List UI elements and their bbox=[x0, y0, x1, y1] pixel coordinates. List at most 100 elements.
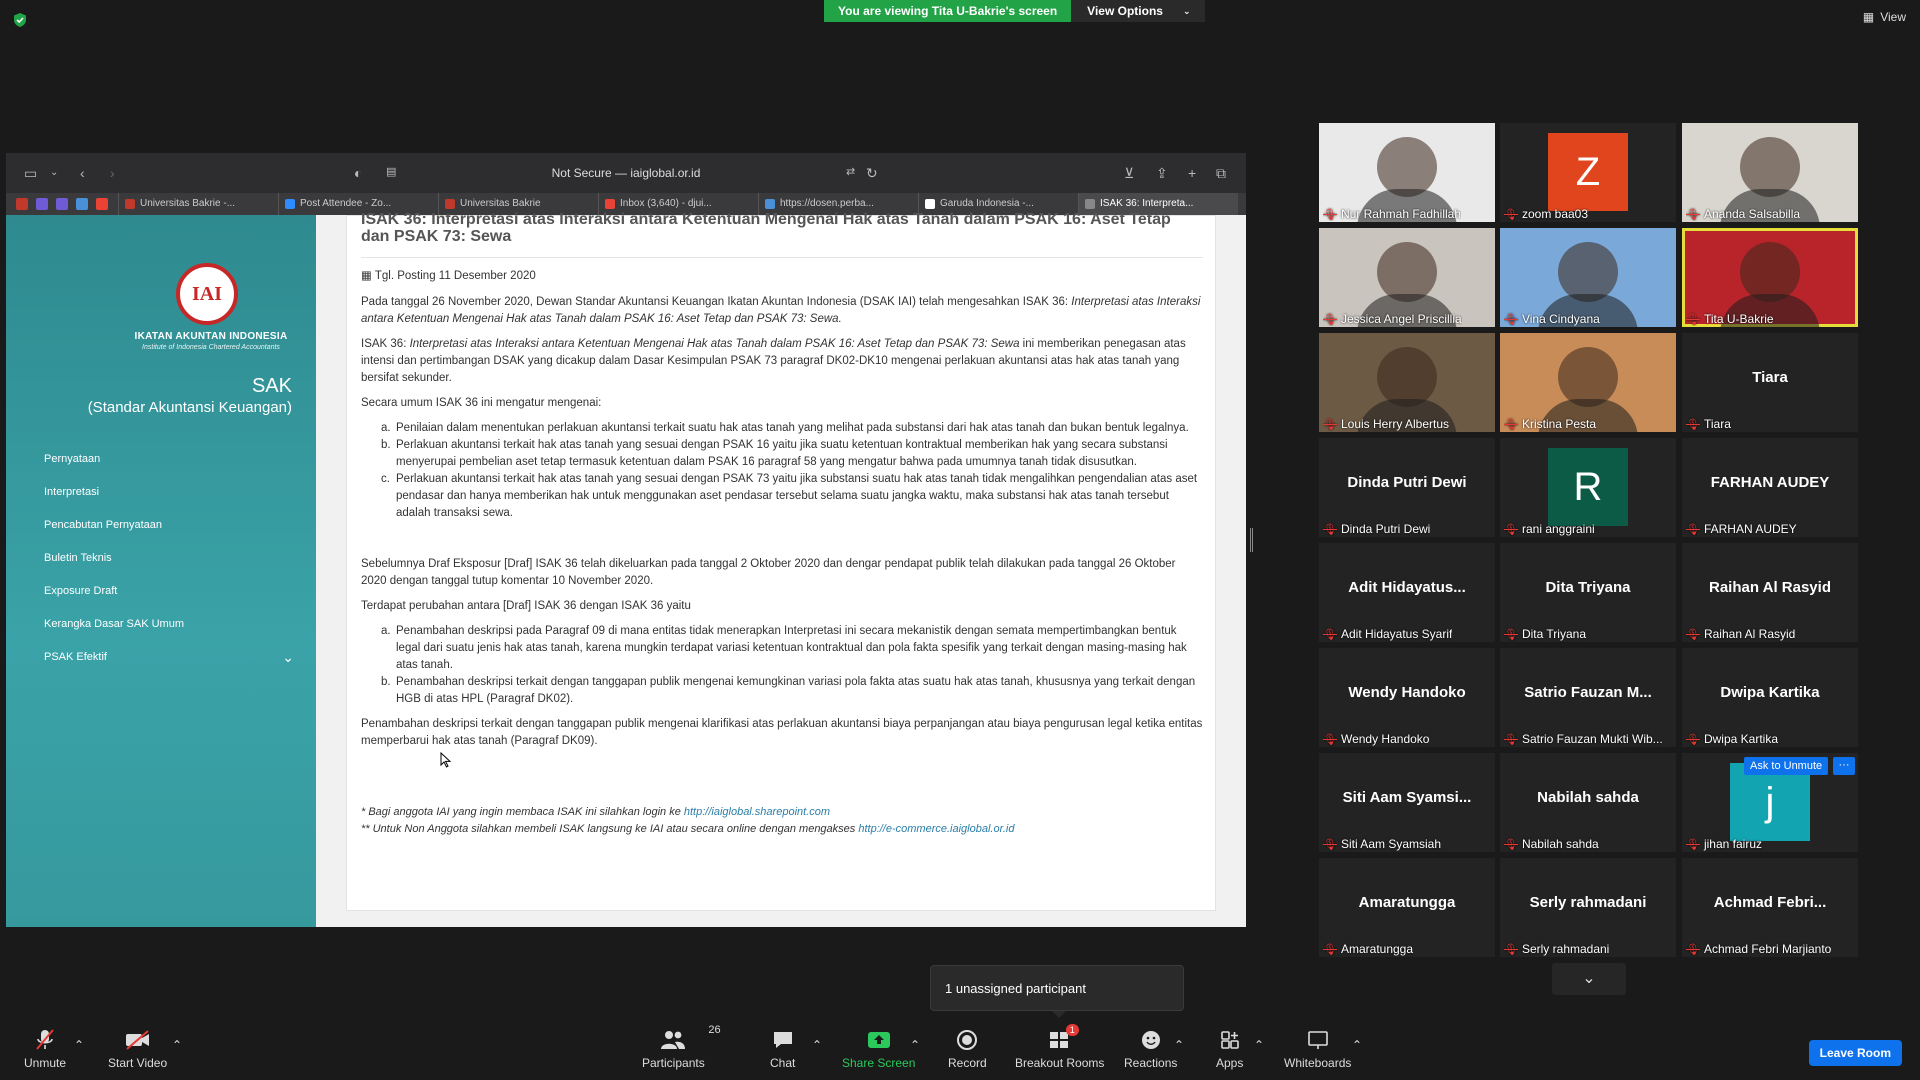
participant-tile[interactable]: Dita Triyana 🎙︎ Dita Triyana bbox=[1500, 543, 1676, 642]
view-options-button[interactable]: View Options ⌄ bbox=[1071, 0, 1205, 22]
bookmark-icon[interactable] bbox=[16, 198, 28, 210]
participant-tile[interactable]: Dinda Putri Dewi 🎙︎ Dinda Putri Dewi bbox=[1319, 438, 1495, 537]
ask-to-unmute-button[interactable]: Ask to Unmute bbox=[1744, 757, 1829, 775]
muted-mic-icon: 🎙︎ bbox=[1504, 418, 1518, 431]
participant-tile[interactable]: 🎙︎ Kristina Pesta bbox=[1500, 333, 1676, 432]
participant-tile[interactable]: Serly rahmadani 🎙︎ Serly rahmadani bbox=[1500, 858, 1676, 957]
apps-button[interactable]: Apps bbox=[1216, 1028, 1243, 1070]
chat-button[interactable]: Chat bbox=[770, 1028, 795, 1070]
record-button[interactable]: Record bbox=[948, 1028, 987, 1070]
site-menu-item[interactable]: PSAK Efektif ⌄ bbox=[44, 649, 294, 682]
translate-icon[interactable]: ⇄ bbox=[846, 165, 855, 178]
participant-tile[interactable]: FARHAN AUDEY 🎙︎ FARHAN AUDEY bbox=[1682, 438, 1858, 537]
tab-favicon-icon bbox=[125, 199, 135, 209]
bookmark-icon[interactable] bbox=[56, 198, 68, 210]
participant-tile[interactable]: 🎙︎ Vina Cindyana bbox=[1500, 228, 1676, 327]
reactions-button[interactable]: Reactions bbox=[1124, 1028, 1177, 1070]
list-letter: a. bbox=[381, 422, 391, 434]
participant-tile[interactable]: 🎙︎ Tita U-Bakrie bbox=[1682, 228, 1858, 327]
participant-tile[interactable]: Wendy Handoko 🎙︎ Wendy Handoko bbox=[1319, 648, 1495, 747]
breakout-rooms-button[interactable]: 1 Breakout Rooms bbox=[1015, 1024, 1105, 1070]
privacy-shield-icon[interactable]: ◐ bbox=[354, 165, 362, 181]
bookmark-icon[interactable] bbox=[76, 198, 88, 210]
tab-favicon-icon bbox=[285, 199, 295, 209]
muted-mic-icon: 🎙︎ bbox=[1323, 208, 1337, 221]
site-menu-item[interactable]: Buletin Teknis bbox=[44, 550, 294, 583]
site-menu-item[interactable]: Exposure Draft bbox=[44, 583, 294, 616]
participant-tile[interactable]: 🎙︎ Jessica Angel Priscillia bbox=[1319, 228, 1495, 327]
gallery-next-page-button[interactable]: ⌄ bbox=[1552, 963, 1626, 995]
participant-tile[interactable]: Dwipa Kartika 🎙︎ Dwipa Kartika bbox=[1682, 648, 1858, 747]
participant-video bbox=[1740, 137, 1800, 197]
sharepoint-link[interactable]: http://iaiglobal.sharepoint.com bbox=[684, 806, 830, 818]
participant-tile[interactable]: Satrio Fauzan M... 🎙︎ Satrio Fauzan Mukti … bbox=[1500, 648, 1676, 747]
reload-icon[interactable]: ↻ bbox=[866, 165, 878, 182]
tab-overview-icon[interactable]: ⧉ bbox=[1216, 165, 1226, 182]
participant-display-name: Achmad Febri... bbox=[1713, 894, 1827, 911]
record-icon bbox=[956, 1028, 978, 1052]
participants-button[interactable]: 26 Participants bbox=[642, 1024, 721, 1070]
chevron-down-icon[interactable]: ⌄ bbox=[50, 167, 58, 178]
share-screen-button[interactable]: Share Screen bbox=[842, 1028, 915, 1070]
chevron-down-icon[interactable]: ⌄ bbox=[282, 649, 294, 682]
participant-tile[interactable]: Nabilah sahda 🎙︎ Nabilah sahda bbox=[1500, 753, 1676, 852]
participant-name: Tiara bbox=[1703, 417, 1731, 431]
share-options-caret[interactable]: ⌃ bbox=[910, 1038, 920, 1052]
forward-icon[interactable]: › bbox=[110, 165, 115, 181]
audio-options-caret[interactable]: ⌃ bbox=[74, 1038, 84, 1052]
site-menu-item[interactable]: Pernyataan bbox=[44, 451, 294, 484]
text: ** Untuk Non Anggota silahkan membeli IS… bbox=[361, 823, 859, 835]
breakout-rooms-label: Breakout Rooms bbox=[1015, 1056, 1105, 1070]
security-shield-icon[interactable] bbox=[12, 12, 28, 28]
address-bar[interactable]: Not Secure — iaiglobal.or.id bbox=[386, 162, 866, 184]
panel-resize-handle[interactable] bbox=[1250, 528, 1253, 552]
participant-tile[interactable]: 🎙︎ Ananda Salsabilla bbox=[1682, 123, 1858, 222]
unassigned-participant-notice[interactable]: 1 unassigned participant bbox=[930, 965, 1184, 1011]
site-menu-item[interactable]: Interpretasi bbox=[44, 484, 294, 517]
unmute-label: Unmute bbox=[24, 1056, 67, 1070]
participant-tile[interactable]: Amaratungga 🎙︎ Amaratungga bbox=[1319, 858, 1495, 957]
bookmark-icon[interactable] bbox=[36, 198, 48, 210]
site-menu-item[interactable]: Pencabutan Pernyataan bbox=[44, 517, 294, 550]
participant-tile[interactable]: 🎙︎ Nur Rahmah Fadhillah bbox=[1319, 123, 1495, 222]
participant-tile[interactable]: Raihan Al Rasyid 🎙︎ Raihan Al Rasyid bbox=[1682, 543, 1858, 642]
view-button[interactable]: ▦ View bbox=[1863, 10, 1906, 24]
video-options-caret[interactable]: ⌃ bbox=[172, 1038, 182, 1052]
tab-favicon-icon bbox=[925, 199, 935, 209]
tab-label: Universitas Bakrie -... bbox=[140, 198, 236, 209]
download-icon[interactable]: ⊻ bbox=[1124, 165, 1134, 182]
article-card: ISAK 36: Interpretasi atas Interaksi ant… bbox=[346, 211, 1216, 911]
unmute-button[interactable]: Unmute bbox=[24, 1028, 66, 1070]
apps-options-caret[interactable]: ⌃ bbox=[1254, 1038, 1264, 1052]
list-item: b. Penambahan deskripsi terkait dengan ta… bbox=[381, 674, 1203, 708]
leave-room-button[interactable]: Leave Room bbox=[1808, 1040, 1902, 1066]
ecommerce-link[interactable]: http://e-commerce.iaiglobal.or.id bbox=[858, 823, 1014, 835]
share-icon[interactable]: ⇪ bbox=[1156, 165, 1168, 182]
participant-tile[interactable]: Tiara 🎙︎ Tiara bbox=[1682, 333, 1858, 432]
participant-tile[interactable]: 🎙︎ Louis Herry Albertus bbox=[1319, 333, 1495, 432]
chat-options-caret[interactable]: ⌃ bbox=[812, 1038, 822, 1052]
participant-name: FARHAN AUDEY bbox=[1703, 522, 1797, 536]
participant-tile[interactable]: Z 🎙︎ zoom baa03 bbox=[1500, 123, 1676, 222]
back-icon[interactable]: ‹ bbox=[80, 165, 85, 181]
browser-tab[interactable]: Universitas Bakrie -... bbox=[118, 193, 278, 215]
participant-tile[interactable]: Siti Aam Syamsi... 🎙︎ Siti Aam Syamsiah bbox=[1319, 753, 1495, 852]
whiteboards-button[interactable]: Whiteboards bbox=[1284, 1028, 1351, 1070]
new-tab-icon[interactable]: + bbox=[1188, 165, 1196, 181]
gmail-bookmark-icon[interactable] bbox=[96, 198, 108, 210]
iai-logo[interactable]: IAI bbox=[176, 263, 238, 325]
muted-mic-icon: 🎙︎ bbox=[1504, 208, 1518, 221]
site-menu-item[interactable]: Kerangka Dasar SAK Umum bbox=[44, 616, 294, 649]
participant-tile[interactable]: R 🎙︎ rani anggraini bbox=[1500, 438, 1676, 537]
participant-tile[interactable]: Achmad Febri... 🎙︎ Achmad Febri Marjianto bbox=[1682, 858, 1858, 957]
muted-mic-icon: 🎙︎ bbox=[1686, 418, 1700, 431]
participant-display-name: Dinda Putri Dewi bbox=[1347, 474, 1467, 491]
whiteboards-options-caret[interactable]: ⌃ bbox=[1352, 1038, 1362, 1052]
more-options-button[interactable]: ··· bbox=[1833, 757, 1855, 775]
menu-item-label: Pencabutan Pernyataan bbox=[44, 519, 163, 531]
reactions-options-caret[interactable]: ⌃ bbox=[1174, 1038, 1184, 1052]
start-video-button[interactable]: Start Video bbox=[108, 1028, 167, 1070]
sidebar-toggle-icon[interactable]: ▭ bbox=[24, 165, 37, 182]
participant-tile[interactable]: Adit Hidayatus... 🎙︎ Adit Hidayatus Syarif bbox=[1319, 543, 1495, 642]
paragraph: Pada tanggal 26 November 2020, Dewan Sta… bbox=[361, 294, 1203, 328]
